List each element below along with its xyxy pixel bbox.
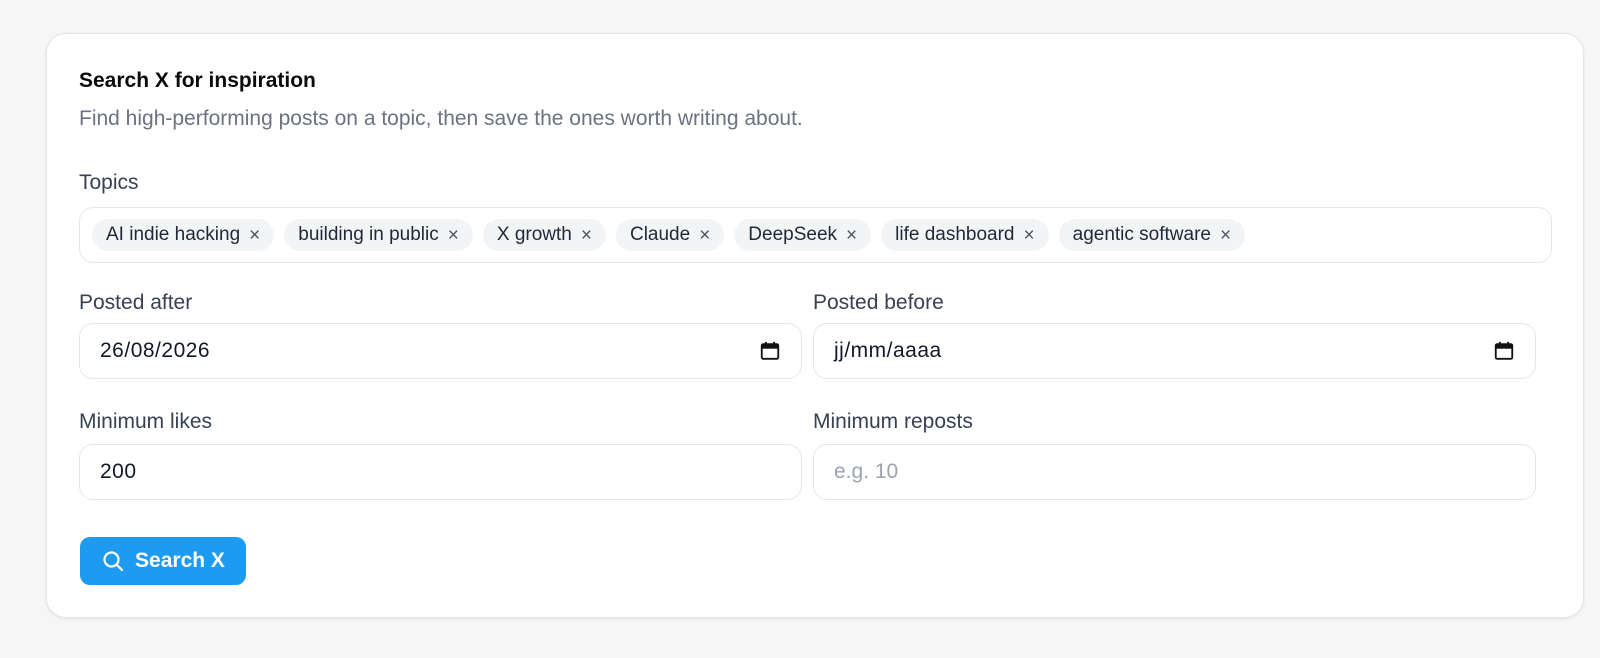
- min-reposts-input[interactable]: e.g. 10: [813, 444, 1536, 500]
- posted-before-date-input[interactable]: jj/mm/aaaa: [813, 323, 1536, 379]
- topic-tag: life dashboard ×: [881, 219, 1049, 251]
- search-button-label: Search X: [135, 549, 225, 572]
- remove-tag-icon[interactable]: ×: [1024, 226, 1035, 245]
- posted-before-label: Posted before: [813, 291, 944, 314]
- remove-tag-icon[interactable]: ×: [1220, 226, 1231, 245]
- topic-tag: agentic software ×: [1058, 219, 1246, 251]
- topic-tag-label: agentic software: [1072, 224, 1211, 245]
- remove-tag-icon[interactable]: ×: [581, 226, 592, 245]
- min-likes-value: 200: [100, 460, 137, 483]
- min-reposts-label: Minimum reposts: [813, 410, 973, 433]
- topic-tag-label: DeepSeek: [748, 224, 838, 245]
- remove-tag-icon[interactable]: ×: [699, 226, 710, 245]
- posted-after-label: Posted after: [79, 291, 193, 314]
- posted-before-value: jj/mm/aaaa: [834, 339, 942, 362]
- search-icon: [103, 551, 124, 572]
- remove-tag-icon[interactable]: ×: [448, 226, 459, 245]
- topic-tag-label: building in public: [298, 224, 439, 245]
- min-likes-label: Minimum likes: [79, 410, 213, 433]
- topics-label: Topics: [79, 171, 139, 194]
- topic-tag: Claude ×: [615, 219, 725, 251]
- remove-tag-icon[interactable]: ×: [846, 226, 857, 245]
- topic-tag: X growth ×: [482, 219, 606, 251]
- topic-tag-label: AI indie hacking: [106, 224, 241, 245]
- min-reposts-placeholder: e.g. 10: [834, 460, 899, 483]
- topic-tag-label: Claude: [629, 224, 691, 245]
- topic-tag: building in public ×: [284, 219, 473, 251]
- topic-tag: DeepSeek ×: [734, 219, 872, 251]
- min-likes-input[interactable]: 200: [79, 444, 802, 500]
- topic-tag-label: X growth: [496, 224, 572, 245]
- card-title: Search X for inspiration: [79, 69, 316, 92]
- remove-tag-icon[interactable]: ×: [249, 226, 260, 245]
- calendar-icon[interactable]: [759, 340, 781, 362]
- topic-tag-label: life dashboard: [895, 224, 1015, 245]
- topics-input[interactable]: AI indie hacking × building in public × …: [79, 207, 1552, 263]
- posted-after-date-input[interactable]: 26/08/2026: [79, 323, 802, 379]
- topic-tag: AI indie hacking ×: [92, 219, 275, 251]
- card-subtitle: Find high-performing posts on a topic, t…: [79, 107, 803, 130]
- search-x-button[interactable]: Search X: [80, 537, 246, 585]
- search-card: Search X for inspiration Find high-perfo…: [46, 33, 1584, 618]
- calendar-icon[interactable]: [1493, 340, 1515, 362]
- posted-after-value: 26/08/2026: [100, 339, 211, 362]
